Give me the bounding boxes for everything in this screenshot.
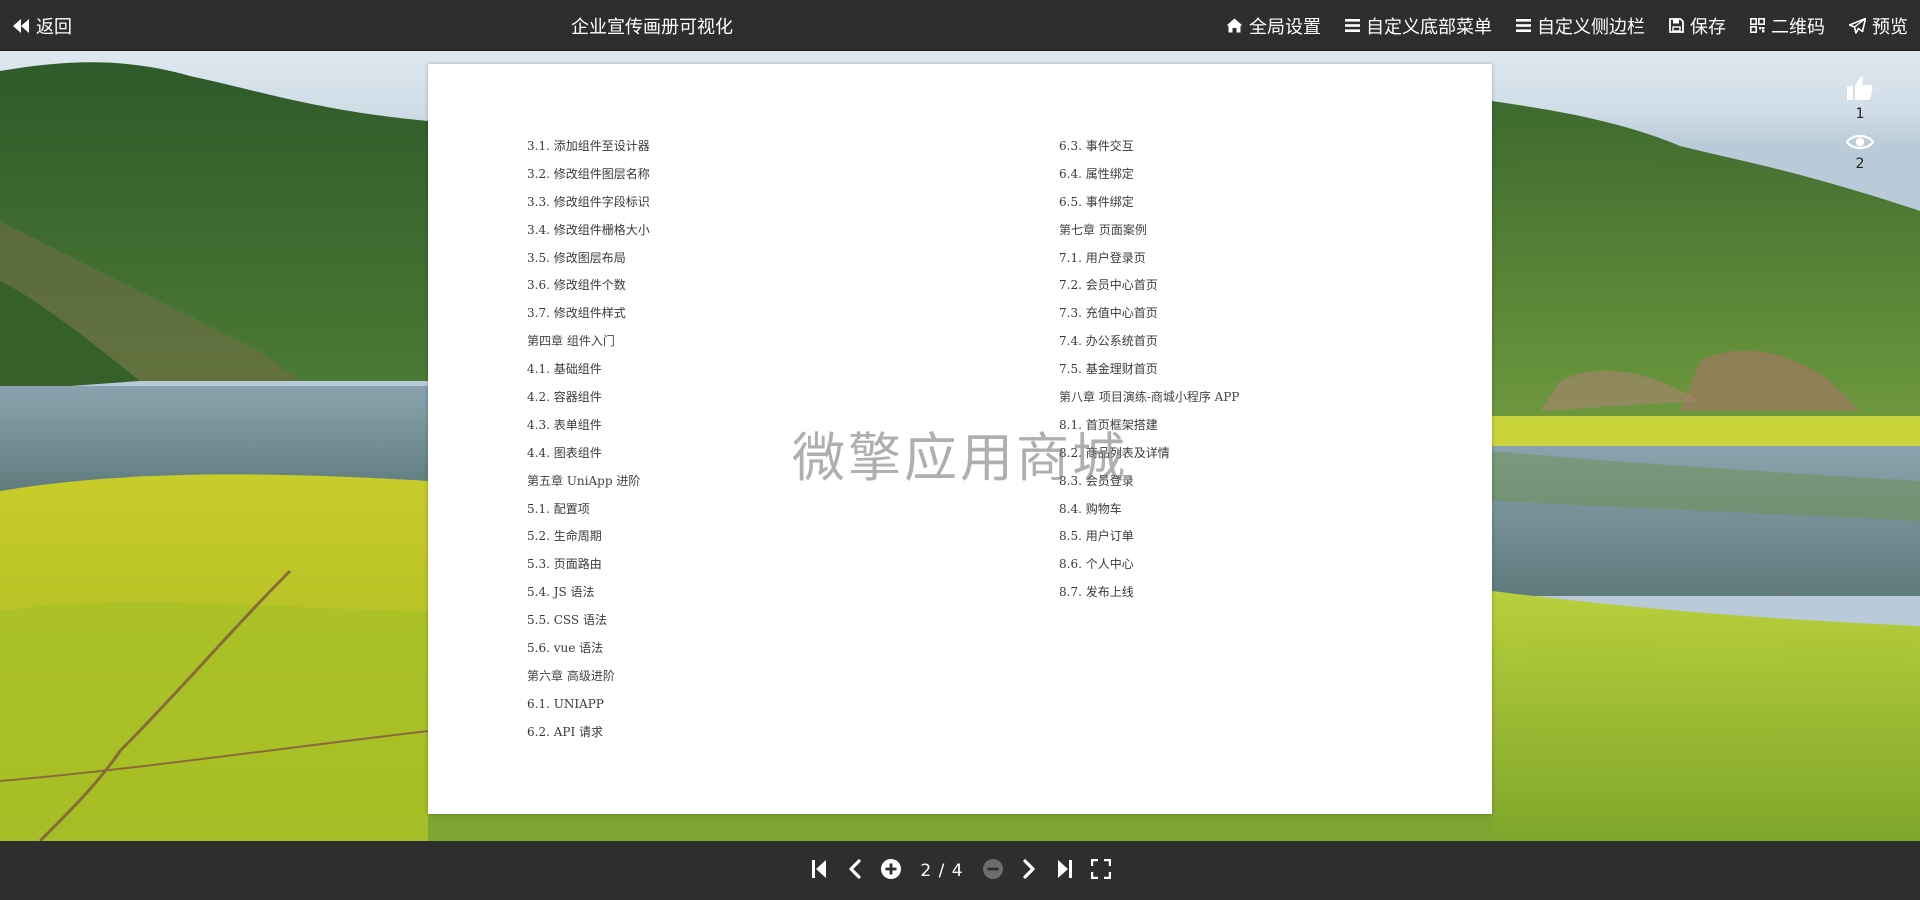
toc-item: 7.5. 基金理财首页 bbox=[1059, 362, 1158, 377]
toc-item: 3.2. 修改组件图层名称 bbox=[527, 166, 650, 181]
zoom-out-icon bbox=[982, 858, 1004, 884]
qrcode-label: 二维码 bbox=[1771, 16, 1825, 38]
view-count-indicator: 2 bbox=[1838, 132, 1882, 172]
like-button[interactable]: 1 bbox=[1838, 74, 1882, 122]
toc-item: 8.2. 商品列表及详情 bbox=[1059, 445, 1170, 460]
toc-item: 5.2. 生命周期 bbox=[527, 529, 602, 544]
top-actions: 全局设置 自定义底部菜单 自定义侧边栏 保存 二维码 预览 bbox=[1226, 0, 1908, 51]
custom-bottom-menu-button[interactable]: 自定义底部菜单 bbox=[1345, 13, 1492, 39]
toc-item: 6.4. 属性绑定 bbox=[1059, 166, 1134, 181]
side-stats: 1 2 bbox=[1838, 74, 1882, 182]
home-icon bbox=[1226, 18, 1243, 33]
pager: 2 / 4 bbox=[0, 841, 1920, 900]
toc-item: 8.1. 首页框架搭建 bbox=[1059, 417, 1158, 432]
toc-item: 6.3. 事件交互 bbox=[1059, 139, 1134, 153]
toc-item: 3.5. 修改图层布局 bbox=[527, 250, 626, 265]
toc-item: 4.4. 图表组件 bbox=[527, 445, 602, 460]
toc-item: 7.4. 办公系统首页 bbox=[1059, 334, 1158, 349]
toc-item: 8.3. 会员登录 bbox=[1059, 473, 1134, 488]
toc-item: 3.1. 添加组件至设计器 bbox=[527, 139, 650, 153]
qrcode-button[interactable]: 二维码 bbox=[1750, 13, 1825, 39]
toc-item: 4.1. 基础组件 bbox=[527, 362, 602, 377]
next-page-button[interactable] bbox=[1018, 858, 1040, 883]
zoom-in-icon bbox=[880, 858, 902, 884]
list-icon bbox=[1345, 19, 1360, 32]
page-indicator: 2 / 4 bbox=[920, 860, 964, 881]
fullscreen-icon bbox=[1090, 858, 1111, 883]
preview-label: 预览 bbox=[1872, 16, 1908, 38]
toc-item: 7.3. 充值中心首页 bbox=[1059, 306, 1158, 321]
toc-item: 3.3. 修改组件字段标识 bbox=[527, 194, 650, 209]
chevron-left-icon bbox=[848, 858, 862, 883]
first-page-icon bbox=[811, 859, 827, 883]
view-count: 2 bbox=[1855, 156, 1865, 172]
toc-left-column: 3.1. 添加组件至设计器 3.2. 修改组件图层名称 3.3. 修改组件字段标… bbox=[527, 133, 650, 747]
toc-item: 4.3. 表单组件 bbox=[527, 417, 602, 432]
toc-item: 3.7. 修改组件样式 bbox=[527, 306, 626, 321]
last-page-icon bbox=[1057, 859, 1073, 883]
custom-bottom-menu-label: 自定义底部菜单 bbox=[1366, 16, 1492, 38]
document-page: 3.1. 添加组件至设计器 3.2. 修改组件图层名称 3.3. 修改组件字段标… bbox=[428, 64, 1492, 814]
fullscreen-button[interactable] bbox=[1090, 858, 1112, 883]
toc-item: 5.6. vue 语法 bbox=[527, 641, 604, 656]
toc-item: 4.2. 容器组件 bbox=[527, 390, 602, 405]
toc-item: 6.5. 事件绑定 bbox=[1059, 194, 1134, 209]
toc-chapter: 第五章 UniApp 进阶 bbox=[527, 473, 641, 488]
toc-item: 8.5. 用户订单 bbox=[1059, 529, 1134, 544]
custom-sidebar-label: 自定义侧边栏 bbox=[1537, 16, 1645, 38]
thumbs-up-icon bbox=[1846, 74, 1874, 106]
toc-item: 5.4. JS 语法 bbox=[527, 585, 595, 600]
toc-item: 8.6. 个人中心 bbox=[1059, 557, 1134, 572]
global-settings-label: 全局设置 bbox=[1249, 16, 1321, 38]
save-icon bbox=[1669, 18, 1684, 33]
preview-button[interactable]: 预览 bbox=[1849, 13, 1908, 39]
toc-chapter: 第四章 组件入门 bbox=[527, 334, 615, 349]
qrcode-icon bbox=[1750, 18, 1765, 33]
paper-plane-icon bbox=[1849, 17, 1866, 34]
eye-icon bbox=[1845, 132, 1875, 156]
custom-sidebar-button[interactable]: 自定义侧边栏 bbox=[1516, 13, 1645, 39]
like-count: 1 bbox=[1855, 106, 1865, 122]
toc-right-column: 6.3. 事件交互 6.4. 属性绑定 6.5. 事件绑定 第七章 页面案例 7… bbox=[1059, 133, 1240, 607]
toc-item: 5.1. 配置项 bbox=[527, 501, 590, 516]
previous-page-button[interactable] bbox=[844, 858, 866, 883]
toc-item: 8.4. 购物车 bbox=[1059, 501, 1122, 516]
app-title: 企业宣传画册可视化 bbox=[571, 16, 733, 38]
toc-item: 7.2. 会员中心首页 bbox=[1059, 278, 1158, 293]
toc-item: 3.4. 修改组件栅格大小 bbox=[527, 222, 650, 237]
save-label: 保存 bbox=[1690, 16, 1726, 38]
save-button[interactable]: 保存 bbox=[1669, 13, 1726, 39]
toc-item: 5.5. CSS 语法 bbox=[527, 613, 607, 628]
toc-chapter: 第八章 项目演练-商城小程序 APP bbox=[1059, 390, 1240, 405]
list-icon bbox=[1516, 19, 1531, 32]
toc-item: 8.7. 发布上线 bbox=[1059, 585, 1134, 600]
zoom-out-button[interactable] bbox=[982, 858, 1004, 884]
top-toolbar: 返回 企业宣传画册可视化 全局设置 自定义底部菜单 自定义侧边栏 保存 二维码 … bbox=[0, 0, 1920, 51]
global-settings-button[interactable]: 全局设置 bbox=[1226, 13, 1321, 39]
toc-item: 6.2. API 请求 bbox=[527, 724, 604, 739]
last-page-button[interactable] bbox=[1054, 859, 1076, 883]
zoom-in-button[interactable] bbox=[880, 858, 902, 884]
toc-item: 6.1. UNIAPP bbox=[527, 696, 604, 711]
bottom-toolbar: 2 / 4 bbox=[0, 841, 1920, 900]
chevron-right-icon bbox=[1022, 858, 1036, 883]
toc-item: 5.3. 页面路由 bbox=[527, 557, 602, 572]
toc-item: 7.1. 用户登录页 bbox=[1059, 250, 1146, 265]
toc-chapter: 第六章 高级进阶 bbox=[527, 668, 615, 683]
toc-item: 3.6. 修改组件个数 bbox=[527, 278, 626, 293]
toc-chapter: 第七章 页面案例 bbox=[1059, 222, 1147, 237]
first-page-button[interactable] bbox=[808, 859, 830, 883]
